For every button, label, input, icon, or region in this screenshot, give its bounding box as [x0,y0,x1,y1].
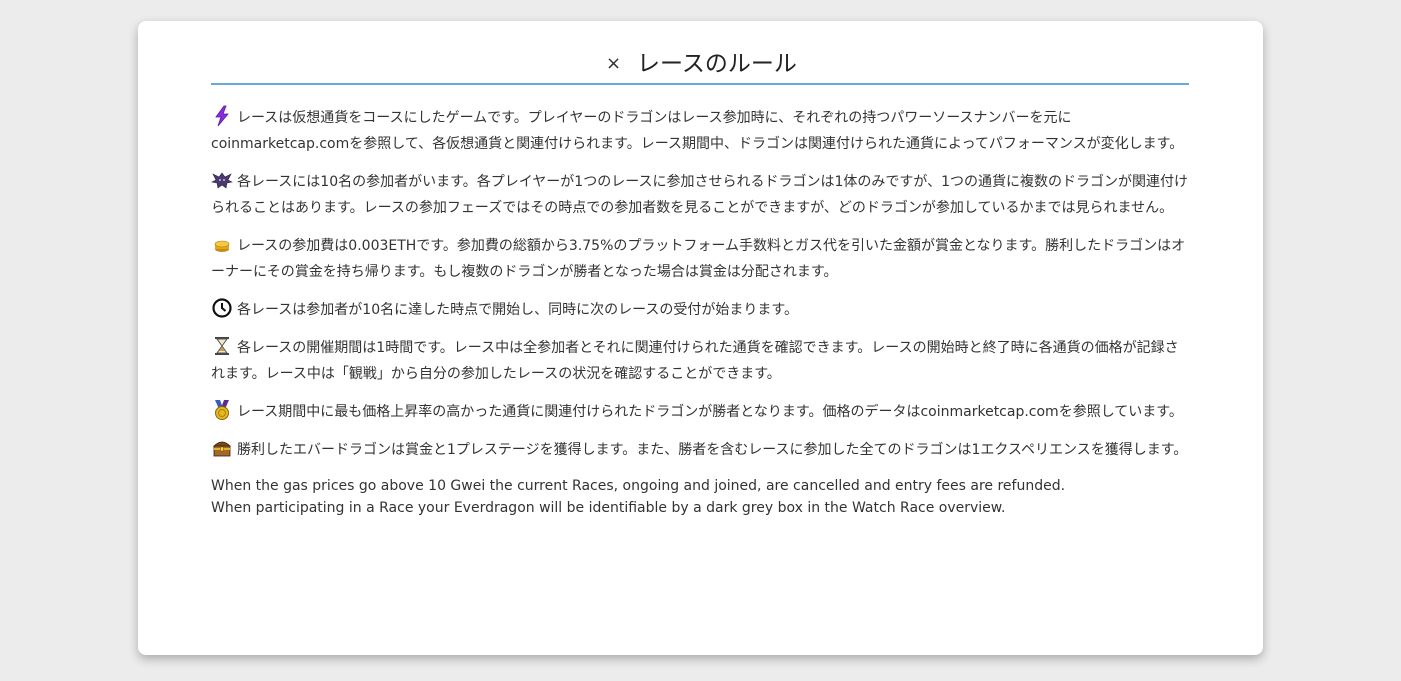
rule-text: レース期間中に最も価格上昇率の高かった通貨に関連付けられたドラゴンが勝者となりま… [237,404,1183,420]
dragon-icon [211,169,233,191]
rules-modal: × レースのルール レースは仮想通貨をコースにしたゲームです。プレイヤーのドラゴ… [138,21,1263,655]
rules-body: レースは仮想通貨をコースにしたゲームです。プレイヤーのドラゴンはレース参加時に、… [211,105,1189,519]
rule-text: 各レースには10名の参加者がいます。各プレイヤーが1つのレースに参加させられるド… [211,174,1189,216]
notes: When the gas prices go above 10 Gwei the… [211,475,1189,519]
hourglass-icon [211,335,233,357]
clock-icon [211,297,233,319]
gas-price-note: When the gas prices go above 10 Gwei the… [211,478,1066,494]
rule-text: 各レースの開催期間は1時間です。レース中は全参加者とそれに関連付けられた通貨を確… [211,340,1179,382]
medal-icon [211,399,233,421]
rule-item: 各レースは参加者が10名に達した時点で開始し、同時に次のレースの受付が始まります… [211,297,1189,323]
modal-header: × レースのルール [211,41,1189,85]
rule-text: 勝利したエバードラゴンは賞金と1プレステージを獲得します。また、勝者を含むレース… [237,442,1188,458]
treasure-chest-icon [211,437,233,459]
rule-item: 勝利したエバードラゴンは賞金と1プレステージを獲得します。また、勝者を含むレース… [211,437,1189,463]
modal-title: レースのルール [637,51,797,77]
close-button[interactable]: × [606,55,621,73]
rule-item: レース期間中に最も価格上昇率の高かった通貨に関連付けられたドラゴンが勝者となりま… [211,399,1189,425]
rule-text: レースの参加費は0.003ETHです。参加費の総額から3.75%のプラットフォー… [211,238,1186,280]
rule-text: レースは仮想通貨をコースにしたゲームです。プレイヤーのドラゴンはレース参加時に、… [211,110,1184,152]
coin-icon [211,233,233,255]
rule-item: 各レースには10名の参加者がいます。各プレイヤーが1つのレースに参加させられるド… [211,169,1189,221]
rule-item: レースの参加費は0.003ETHです。参加費の総額から3.75%のプラットフォー… [211,233,1189,285]
rule-text: 各レースは参加者が10名に達した時点で開始し、同時に次のレースの受付が始まります… [237,302,799,318]
rule-item: 各レースの開催期間は1時間です。レース中は全参加者とそれに関連付けられた通貨を確… [211,335,1189,387]
rule-item: レースは仮想通貨をコースにしたゲームです。プレイヤーのドラゴンはレース参加時に、… [211,105,1189,157]
lightning-icon [211,105,233,127]
participation-note: When participating in a Race your Everdr… [211,500,1006,516]
